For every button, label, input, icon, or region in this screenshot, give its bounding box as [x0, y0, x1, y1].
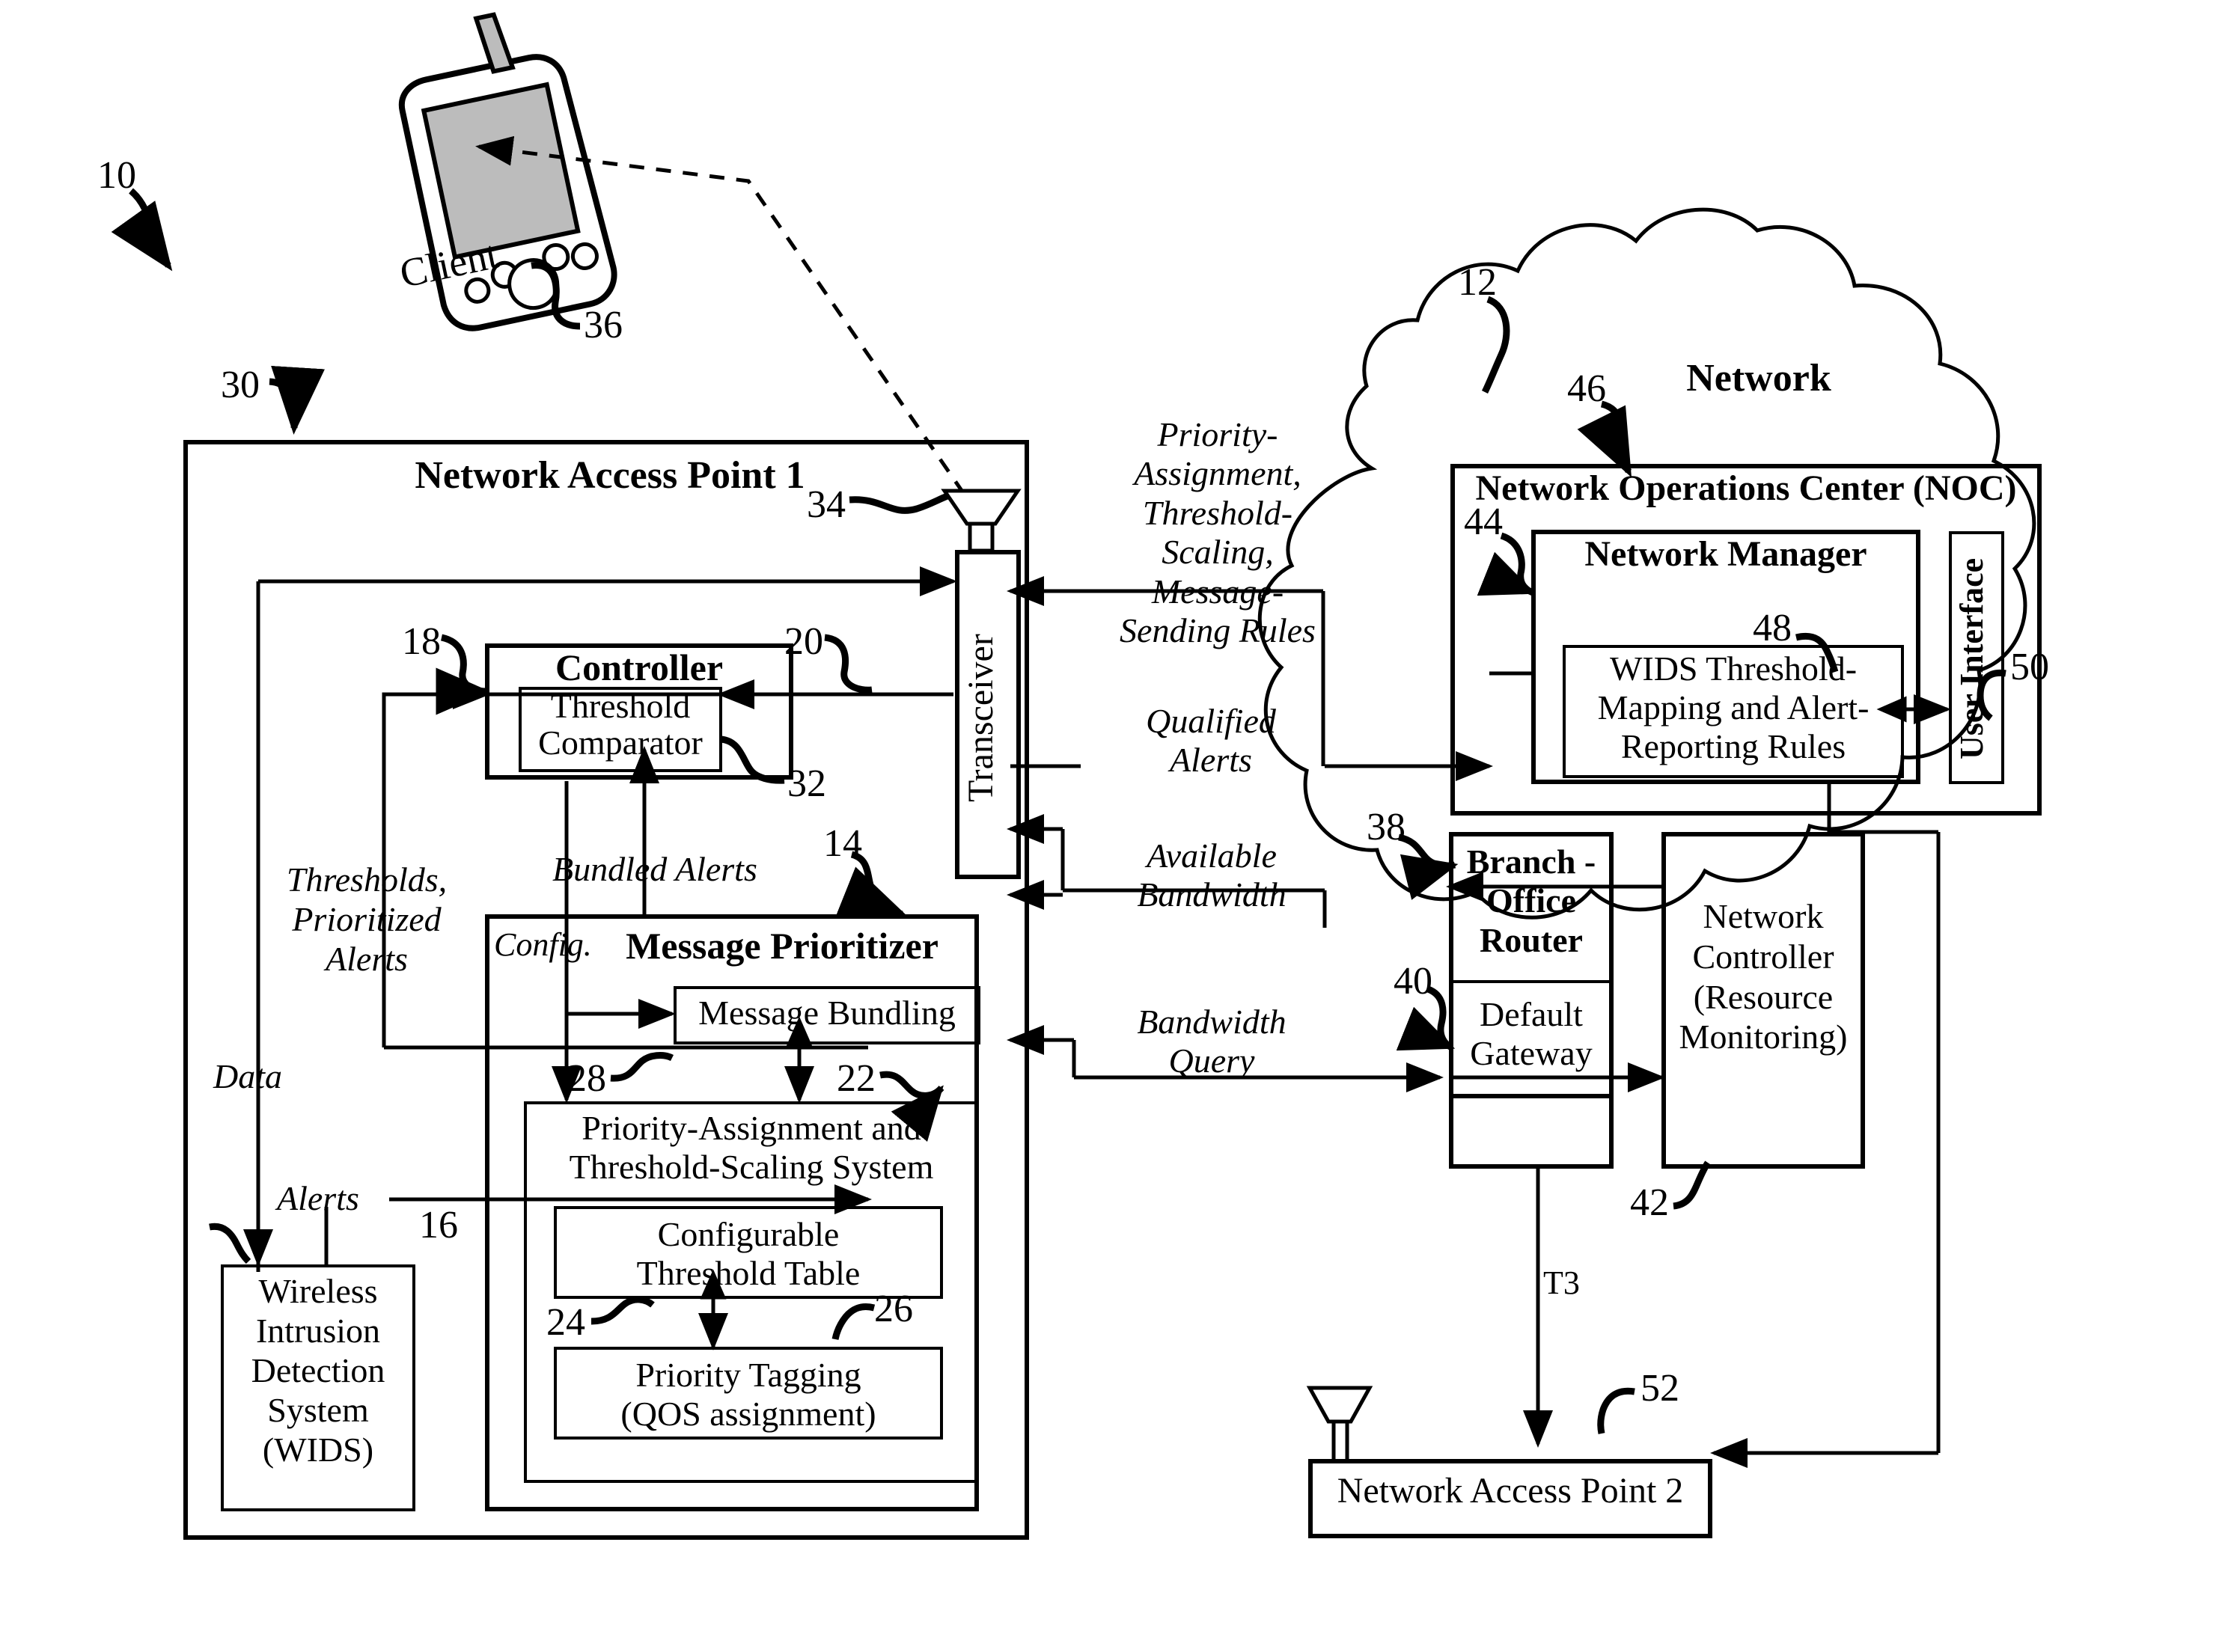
ref-30: 30: [221, 364, 260, 406]
bq-line1: Bandwidth: [1137, 1003, 1287, 1041]
network-access-point-1-title: Network Access Point 1: [415, 454, 805, 497]
default-gateway-label: Default Gateway: [1449, 995, 1614, 1074]
threshold-comparator-label: Threshold Comparator: [519, 688, 722, 762]
ctt-line2: Threshold Table: [636, 1253, 861, 1292]
t3-label: T3: [1543, 1264, 1580, 1301]
pt-line2: (QOS assignment): [620, 1394, 876, 1433]
wtr-line2: Mapping and Alert-: [1597, 688, 1870, 726]
ref-36: 36: [584, 304, 623, 346]
par-line6: Sending Rules: [1120, 611, 1316, 650]
bq-line2: Query: [1168, 1041, 1255, 1080]
par-line4: Scaling,: [1162, 533, 1274, 572]
ab-line1: Available: [1147, 836, 1277, 875]
available-bandwidth-label: Available Bandwidth: [1096, 836, 1328, 915]
wids-line2: Intrusion: [255, 1311, 381, 1350]
par-line2: Assignment,: [1134, 454, 1301, 493]
pats-line1: Priority-Assignment and: [582, 1109, 921, 1147]
bor-line1: Branch -: [1466, 842, 1596, 881]
ref-10: 10: [97, 154, 136, 197]
bundled-alerts-label: Bundled Alerts: [552, 850, 757, 888]
dg-line1: Default: [1480, 995, 1583, 1033]
data-label: Data: [213, 1057, 282, 1095]
dg-line2: Gateway: [1470, 1034, 1593, 1073]
pt-line1: Priority Tagging: [635, 1356, 861, 1394]
transceiver-label: Transceiver: [961, 634, 1001, 803]
branch-router-divider-1: [1449, 980, 1614, 983]
nc-line1: Network: [1703, 897, 1824, 935]
nc-line3: (Resource: [1693, 977, 1834, 1016]
qa-line1: Qualified: [1146, 702, 1276, 740]
alerts-label: Alerts: [277, 1179, 359, 1217]
configurable-threshold-table-label: Configurable Threshold Table: [554, 1215, 943, 1292]
config-label: Config.: [494, 926, 592, 963]
wids-line1: Wireless: [258, 1272, 378, 1310]
wids-line4: System: [267, 1390, 369, 1429]
thresholds-prioritized-alerts-label: Thresholds, Prioritized Alerts: [247, 860, 486, 979]
priority-assignment-threshold-scaling-label: Priority-Assignment and Threshold-Scalin…: [524, 1109, 979, 1186]
network-manager-title: Network Manager: [1584, 534, 1867, 574]
ctt-line1: Configurable: [657, 1215, 840, 1253]
wids-threshold-rules-label: WIDS Threshold- Mapping and Alert- Repor…: [1563, 649, 1904, 766]
client-screen-label: Client: [396, 231, 502, 297]
nc-line2: Controller: [1692, 937, 1834, 976]
priority-tagging-label: Priority Tagging (QOS assignment): [554, 1356, 943, 1433]
threshold-comparator-line1: Threshold: [550, 687, 691, 725]
tpa-line2: Prioritized: [292, 899, 442, 938]
controller-title: Controller: [555, 646, 724, 688]
nc-line4: Monitoring): [1679, 1018, 1848, 1056]
branch-router-divider-2: [1449, 1094, 1614, 1098]
wtr-line1: WIDS Threshold-: [1609, 649, 1858, 688]
bor-line2: Office: [1486, 881, 1577, 920]
user-interface-label: User Interface: [1953, 557, 1990, 759]
network-access-point-2-label: Network Access Point 2: [1337, 1471, 1684, 1511]
message-bundling-label: Message Bundling: [698, 994, 956, 1032]
bandwidth-query-label: Bandwidth Query: [1096, 1003, 1328, 1081]
qa-line2: Alerts: [1170, 741, 1252, 780]
ref-38: 38: [1367, 806, 1406, 848]
threshold-comparator-line2: Comparator: [538, 723, 703, 762]
wids-line3: Detection: [251, 1350, 385, 1389]
network-cloud-label: Network: [1686, 357, 1831, 400]
ref-42: 42: [1630, 1181, 1669, 1224]
ab-line2: Bandwidth: [1137, 875, 1287, 914]
wids-label: Wireless Intrusion Detection System (WID…: [221, 1272, 415, 1469]
qualified-alerts-label: Qualified Alerts: [1099, 702, 1323, 780]
ref-52: 52: [1641, 1367, 1679, 1410]
par-line5: Message-: [1151, 572, 1284, 611]
network-controller-label: Network Controller (Resource Monitoring): [1661, 896, 1865, 1057]
ref-40: 40: [1394, 960, 1432, 1003]
ref-12: 12: [1458, 261, 1497, 304]
tpa-line1: Thresholds,: [286, 860, 448, 899]
bor-line3: Router: [1480, 920, 1583, 959]
priority-assignment-rules-label: Priority- Assignment, Threshold- Scaling…: [1087, 415, 1349, 651]
branch-office-router-label: Branch - Office Router: [1449, 842, 1614, 960]
noc-title: Network Operations Center (NOC): [1475, 468, 2017, 508]
pats-line2: Threshold-Scaling System: [569, 1147, 934, 1186]
wtr-line3: Reporting Rules: [1620, 726, 1846, 765]
par-line1: Priority-: [1157, 415, 1278, 453]
message-prioritizer-title: Message Prioritizer: [626, 925, 938, 967]
wids-line5: (WIDS): [262, 1430, 374, 1469]
ref-46: 46: [1567, 367, 1606, 410]
patent-figure: 10 36 30 34 18 20 32 14 28 22 16 24 26 1…: [0, 0, 2228, 1652]
tpa-line3: Alerts: [326, 939, 408, 978]
par-line3: Threshold-: [1142, 493, 1293, 532]
